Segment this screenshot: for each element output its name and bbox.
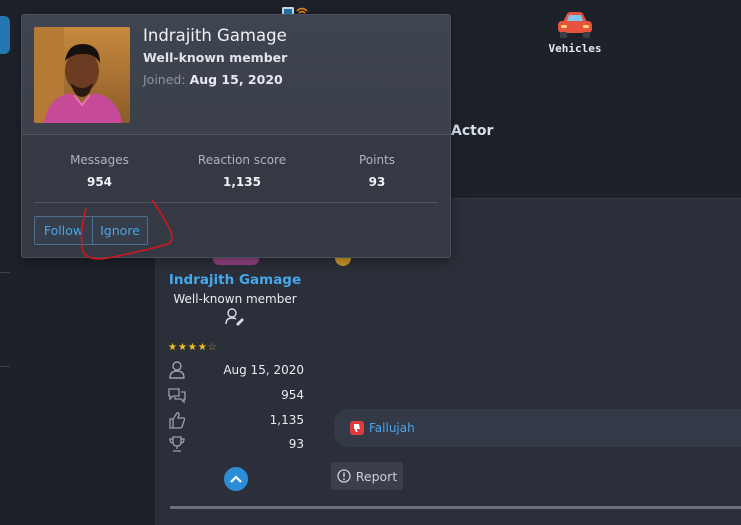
trophy-icon: [169, 436, 185, 452]
member-actions: Follow Ignore: [34, 216, 148, 245]
post-divider: [170, 506, 741, 509]
member-joined: Joined: Aug 15, 2020: [143, 72, 283, 87]
tooltip-divider: [34, 202, 438, 203]
post-username[interactable]: Indrajith Gamage: [155, 272, 315, 288]
stat-messages: 954: [168, 385, 304, 405]
stat-points-col: Points 93: [307, 153, 447, 193]
thumbs-up-icon: [169, 412, 186, 429]
joined-value: Aug 15, 2020: [189, 72, 283, 87]
joined-label: Joined:: [143, 72, 186, 87]
thread-title-fragment: Actor: [451, 123, 494, 139]
member-tooltip: Indrajith Gamage Well-known member Joine…: [21, 14, 451, 258]
stat-value: 954: [86, 175, 113, 189]
speech-bubbles-icon: [168, 388, 186, 404]
scroll-top-button[interactable]: [224, 467, 248, 491]
thumbs-down-icon: [350, 421, 364, 435]
stat-messages-value: 954: [281, 388, 304, 402]
stat-points: 93: [168, 434, 304, 454]
vehicles-label: Vehicles: [548, 42, 602, 55]
stat-reactions-value: 1,135: [269, 413, 304, 427]
user-icon: [169, 361, 185, 379]
report-label: Report: [355, 468, 398, 484]
warning-icon: [337, 469, 351, 483]
chevron-up-icon: [230, 475, 242, 483]
avatar-photo: [34, 27, 130, 123]
reaction-user-link[interactable]: Fallujah: [369, 421, 415, 435]
member-stats: Messages 954 Reaction score 1,135 Points…: [22, 153, 450, 193]
rail-divider: [0, 366, 10, 367]
stat-reactions: 1,135: [168, 410, 304, 430]
stat-label: Points: [358, 153, 396, 167]
post-user-title: Well-known member: [173, 292, 297, 306]
post-avatar-edge[interactable]: [213, 257, 259, 265]
ignore-button[interactable]: Ignore: [92, 217, 147, 244]
tooltip-header: Indrajith Gamage Well-known member Joine…: [22, 15, 450, 135]
stat-points-value: 93: [288, 437, 304, 451]
stat-value: 93: [368, 175, 386, 189]
user-edit-icon: [225, 308, 244, 326]
member-name[interactable]: Indrajith Gamage: [143, 26, 287, 45]
stat-joined-value: Aug 15, 2020: [223, 363, 304, 377]
stat-joined: Aug 15, 2020: [168, 360, 304, 380]
stat-value: 1,135: [223, 175, 261, 189]
reactions-bar[interactable]: Fallujah: [334, 409, 741, 447]
member-title: Well-known member: [143, 50, 288, 65]
follow-button[interactable]: Follow: [35, 217, 92, 244]
left-rail: [0, 0, 12, 525]
car-icon: [558, 12, 592, 38]
report-button[interactable]: Report: [331, 462, 403, 490]
nav-vehicles[interactable]: Vehicles: [547, 10, 603, 55]
stat-reaction-score-col: Reaction score 1,135: [177, 153, 307, 193]
stat-label: Messages: [70, 153, 129, 167]
star-rating: ★★★★☆: [168, 342, 218, 353]
stat-label: Reaction score: [197, 153, 287, 167]
rail-divider: [0, 272, 10, 273]
stat-messages-col: Messages 954: [22, 153, 177, 193]
rail-active-tab[interactable]: [0, 16, 10, 54]
member-avatar[interactable]: [34, 27, 130, 123]
